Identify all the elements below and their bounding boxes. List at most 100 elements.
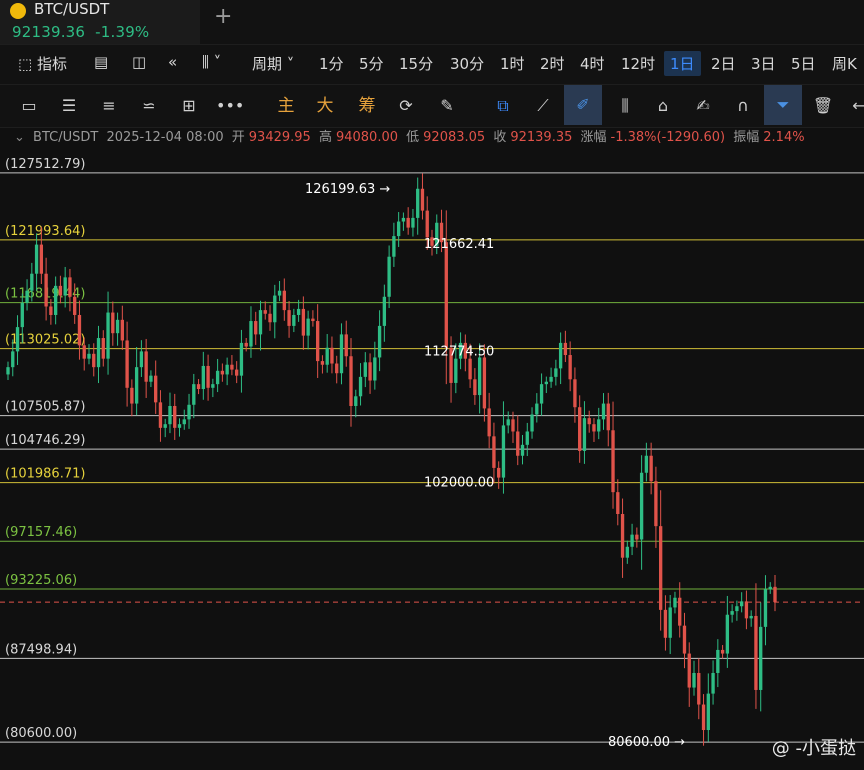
candle-body (620, 514, 625, 558)
ruler-icon[interactable]: ▭ (16, 93, 42, 119)
interval-30m[interactable]: 30分 (450, 53, 484, 74)
candle-body (49, 306, 53, 315)
candle-body (720, 649, 725, 654)
candle-body (563, 342, 568, 356)
candle-type-icon[interactable]: ⫼ ˅ (202, 53, 221, 71)
interval-12h[interactable]: 12时 (621, 53, 655, 74)
filter-icon[interactable]: ⏷ (764, 85, 802, 125)
candle-body (754, 615, 758, 690)
candle-body (759, 626, 763, 690)
lock-icon[interactable]: ⌂ (650, 93, 676, 119)
main-indicator-button[interactable]: 主 (273, 93, 299, 119)
candle-body (406, 217, 410, 228)
interval-week[interactable]: 周K (832, 53, 857, 74)
interval-5m[interactable]: 5分 (359, 53, 384, 74)
candle-body (206, 365, 210, 388)
copy-icon[interactable]: ⧉ (490, 93, 516, 119)
refresh-icon[interactable]: ⟳ (393, 93, 419, 119)
draw-pen-icon[interactable]: ✐ (564, 85, 602, 125)
candle-body (87, 353, 91, 359)
candle-body (477, 357, 482, 396)
low-value: 92083.05 (423, 130, 486, 145)
interval-3d[interactable]: 3日 (751, 53, 776, 74)
candles-icon[interactable]: ⫼ (612, 93, 638, 119)
add-tab-plus-icon[interactable]: + (214, 4, 232, 29)
ruler-diagonal-icon[interactable]: ⟋ (530, 93, 556, 119)
interval-1h[interactable]: 1时 (500, 53, 525, 74)
candle-body (287, 310, 291, 326)
candle-body (763, 589, 768, 627)
crosshair-box-icon[interactable]: ⊞ (176, 93, 202, 119)
candle-body (597, 419, 601, 432)
interval-5d[interactable]: 5日 (791, 53, 816, 74)
candle-body (320, 361, 325, 365)
candle-body (335, 363, 339, 374)
candle-body (115, 319, 120, 334)
indicators-button[interactable]: ⬚ 指标 (18, 53, 67, 74)
split-icon[interactable]: ◫ (132, 53, 146, 71)
interval-4h[interactable]: 4时 (580, 53, 605, 74)
level-label: (104746.29) (5, 433, 85, 448)
candle-body (396, 221, 401, 237)
layout-icon[interactable]: ▤ (94, 53, 108, 71)
candle-body (606, 403, 610, 431)
magnet-icon[interactable]: ∩ (730, 93, 756, 119)
candle-body (315, 321, 320, 362)
level-label: (87498.94) (5, 642, 77, 657)
hlines-icon[interactable]: ☰ (56, 93, 82, 119)
candle-body (573, 379, 577, 408)
interval-1m[interactable]: 1分 (319, 53, 344, 74)
candle-body (768, 586, 772, 590)
candle-body (201, 365, 205, 390)
interval-1d[interactable]: 1日 (664, 51, 701, 76)
candle-body (416, 188, 420, 218)
candle-body (387, 256, 391, 297)
candle-body (306, 318, 310, 336)
candle-body (511, 419, 515, 432)
candle-body (530, 414, 534, 432)
candle-body (539, 384, 544, 404)
candle-body (739, 601, 744, 607)
candle-body (268, 313, 272, 323)
low-label: 低 (406, 130, 420, 145)
candle-body (325, 347, 329, 365)
high-value: 94080.00 (335, 130, 398, 145)
candle-body (506, 419, 510, 426)
candle-body (349, 356, 353, 406)
period-dropdown[interactable]: 周期 ˅ (252, 53, 294, 74)
candle-body (311, 318, 315, 322)
candle-body (39, 244, 44, 274)
more-icon[interactable]: ••• (216, 93, 244, 119)
candlestick-chart[interactable]: (127512.79)(121993.64)(116819.44)(113025… (0, 148, 864, 770)
candle-body (658, 526, 663, 610)
fib-icon[interactable]: ⋍ (136, 93, 162, 119)
candle-body (168, 405, 172, 425)
candle-body (411, 217, 415, 228)
candle-body (582, 418, 587, 451)
big-indicator-button[interactable]: 大 (312, 93, 338, 119)
collapse-chevron-icon[interactable]: ⌄ (14, 130, 25, 145)
interval-2h[interactable]: 2时 (540, 53, 565, 74)
candle-body (687, 653, 691, 688)
price-annotation: 102000.00 (424, 475, 494, 490)
price-annotation: 126199.63 → (305, 182, 390, 197)
candle-body (44, 273, 48, 307)
double-chevron-left-icon[interactable]: « (168, 53, 177, 71)
chip-indicator-button[interactable]: 筹 (354, 93, 380, 119)
candle-body (53, 285, 58, 315)
candle-body (296, 308, 301, 315)
interval-15m[interactable]: 15分 (399, 53, 433, 74)
symbol-tab[interactable]: BTC/USDT 92139.36 -1.39% (0, 0, 200, 44)
levels-icon[interactable]: ≡ (96, 93, 122, 119)
trash-icon[interactable]: 🗑 (810, 93, 836, 119)
back-arrow-icon[interactable]: ← (846, 93, 864, 119)
note-icon[interactable]: ✍ (690, 93, 716, 119)
level-label: (93225.06) (5, 573, 77, 588)
pen-icon[interactable]: ✎ (434, 93, 460, 119)
interval-2d[interactable]: 2日 (711, 53, 736, 74)
candle-body (239, 342, 244, 376)
candle-body (525, 431, 529, 445)
candle-body (149, 375, 153, 382)
candle-body (301, 308, 306, 336)
candle-body (73, 296, 77, 315)
